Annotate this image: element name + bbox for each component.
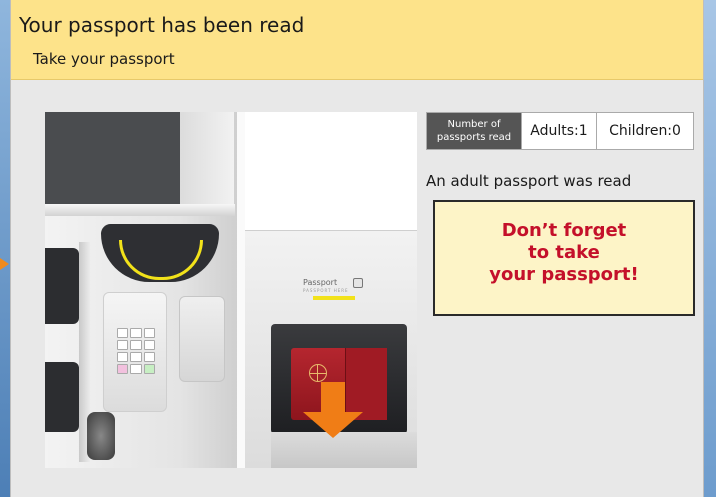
notice-line3: your passport! (489, 264, 639, 285)
notice-line1: Don’t forget (501, 220, 627, 241)
page-subtitle: Take your passport (33, 50, 175, 68)
header-banner: Your passport has been read Take your pa… (11, 0, 703, 80)
adults-count: Adults:1 (521, 113, 596, 149)
passport-label: Passport (303, 278, 338, 287)
notice-line2: to take (528, 242, 600, 263)
children-count: Children:0 (596, 113, 693, 149)
background-right (704, 0, 716, 497)
passport-reader-area: Passport PASSPORT HERE (45, 112, 417, 468)
passport-second-book-icon (345, 348, 387, 420)
arrow-down-icon (321, 382, 345, 416)
passport-reader-icon (353, 278, 363, 288)
count-header-line2: passports read (436, 132, 512, 143)
page-title: Your passport has been read (19, 13, 305, 37)
count-header-line1: Number of (447, 119, 501, 130)
reminder-notice: Don’t forget to take your passport! (433, 200, 695, 316)
status-message: An adult passport was read (426, 172, 632, 190)
background-left (0, 0, 10, 497)
kiosk-window: Your passport has been read Take your pa… (10, 0, 704, 497)
passport-highlight (313, 296, 355, 300)
globe-icon (309, 364, 327, 382)
passport-count-table: Number of passports read Adults:1 Childr… (426, 112, 694, 150)
arrow-down-head-icon (303, 412, 363, 438)
passport-fine-text: PASSPORT HERE (303, 288, 349, 293)
side-arrow-icon (0, 258, 9, 270)
count-header: Number of passports read (427, 113, 521, 149)
